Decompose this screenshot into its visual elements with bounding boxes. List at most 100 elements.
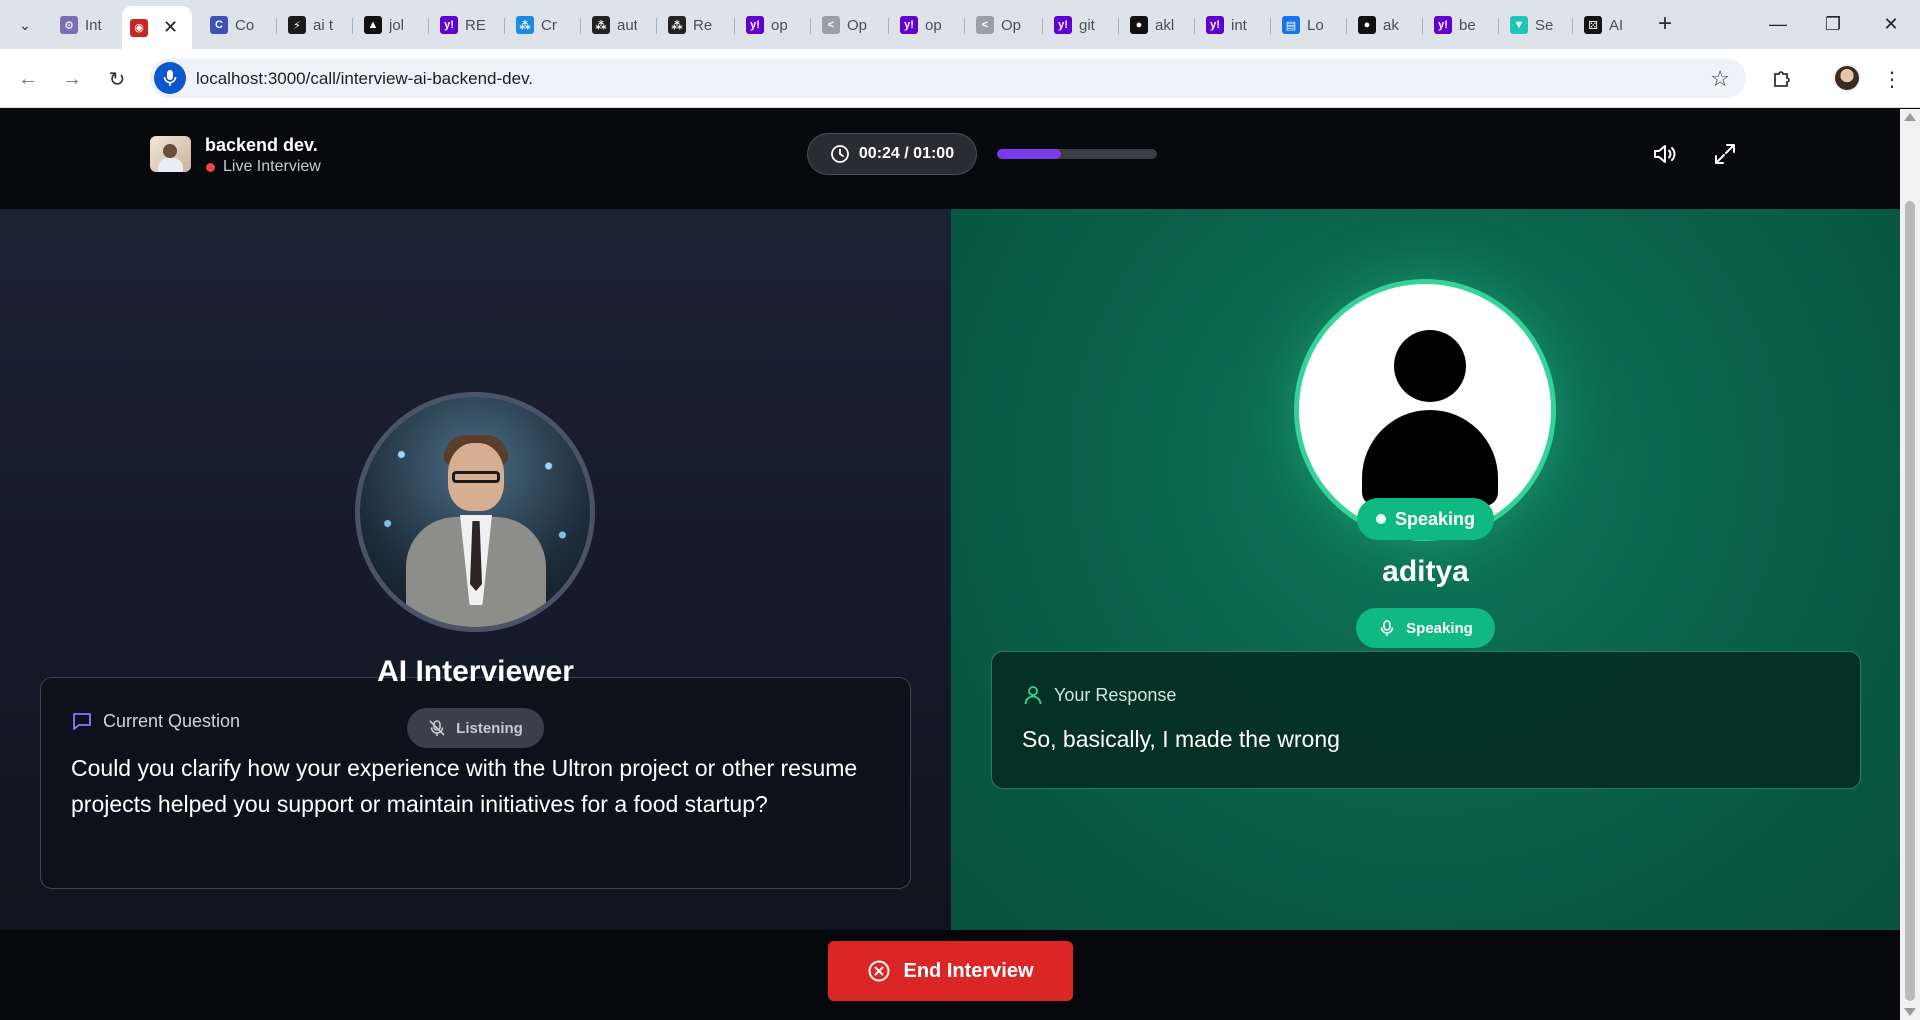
browser-tab[interactable]: C Co xyxy=(202,9,266,41)
extensions-puzzle-icon[interactable] xyxy=(1766,63,1798,95)
tab-separator xyxy=(964,18,965,34)
tab-label: op xyxy=(925,16,942,34)
tab-separator xyxy=(276,18,277,34)
tab-label: Op xyxy=(1001,16,1021,34)
ai-interviewer-avatar xyxy=(355,392,595,632)
tab-separator xyxy=(504,18,505,34)
tab-favicon-icon: ▤ xyxy=(1282,16,1300,34)
tab-label: jol xyxy=(389,16,405,34)
response-heading-label: Your Response xyxy=(1054,684,1177,705)
tab-favicon-icon: y! xyxy=(440,16,458,34)
mic-off-icon xyxy=(429,720,445,736)
tab-favicon-icon: C xyxy=(210,16,228,34)
speaking-badge: Speaking xyxy=(1357,498,1494,540)
live-status-label: Live Interview xyxy=(223,158,321,175)
browser-tab[interactable]: < Op xyxy=(968,9,1032,41)
tab-label: int xyxy=(1231,16,1247,34)
candidate-name: aditya xyxy=(1382,555,1469,588)
browser-tab[interactable]: ◉ ✕ xyxy=(122,6,192,49)
browser-tab[interactable]: ⁂ Cr xyxy=(508,9,572,41)
end-interview-label: End Interview xyxy=(903,959,1034,982)
live-dot-icon xyxy=(206,162,215,172)
scroll-up-arrow-icon[interactable] xyxy=(1904,113,1916,121)
tab-label: Cr xyxy=(541,16,557,34)
browser-tab[interactable]: ▼ Se xyxy=(1502,9,1566,41)
tab-favicon-icon: ⚙ xyxy=(60,16,78,34)
page-scrollbar[interactable] xyxy=(1900,109,1920,1020)
end-interview-button[interactable]: End Interview xyxy=(828,941,1073,1001)
question-text: Could you clarify how your experience wi… xyxy=(71,755,858,817)
browser-tab[interactable]: y! op xyxy=(738,9,802,41)
browser-tab[interactable]: ▲ jol xyxy=(356,9,420,41)
tab-separator xyxy=(656,18,657,34)
url-text[interactable]: localhost:3000/call/interview-ai-backend… xyxy=(196,69,533,89)
browser-tab[interactable]: ● ak xyxy=(1350,9,1414,41)
scroll-down-arrow-icon[interactable] xyxy=(1904,1008,1916,1016)
tab-favicon-icon: y! xyxy=(900,16,918,34)
tab-favicon-icon: y! xyxy=(1206,16,1224,34)
forward-arrow-icon[interactable]: → xyxy=(56,63,88,95)
window-close-icon[interactable]: ✕ xyxy=(1868,8,1914,40)
tab-close-icon[interactable]: ✕ xyxy=(163,17,178,38)
browser-tab[interactable]: < Op xyxy=(814,9,878,41)
tab-separator xyxy=(1194,18,1195,34)
tab-separator xyxy=(580,18,581,34)
new-tab-plus-icon[interactable]: + xyxy=(1651,10,1679,38)
mic-icon xyxy=(1380,620,1394,636)
chat-bubble-icon xyxy=(73,713,91,730)
your-response-card: Your Response So, basically, I made the … xyxy=(991,651,1861,789)
tab-label: git xyxy=(1079,16,1095,34)
browser-tab[interactable]: ⚙ Int xyxy=(52,9,116,41)
circle-x-icon xyxy=(868,960,890,982)
interviewer-name: AI Interviewer xyxy=(377,655,574,688)
back-arrow-icon[interactable]: ← xyxy=(12,63,44,95)
browser-tab[interactable]: ▤ Lo xyxy=(1274,9,1338,41)
tab-separator xyxy=(1118,18,1119,34)
tab-label: be xyxy=(1459,16,1476,34)
tab-separator xyxy=(1346,18,1347,34)
tab-favicon-icon: ▲ xyxy=(364,16,382,34)
browser-tab[interactable]: y! be xyxy=(1426,9,1490,41)
volume-icon[interactable] xyxy=(1647,137,1681,171)
tab-favicon-icon: ⚡ xyxy=(288,16,306,34)
browser-tab[interactable]: y! RE xyxy=(432,9,496,41)
reload-icon[interactable]: ↻ xyxy=(101,63,133,95)
tab-favicon-icon: ⚄ xyxy=(1584,16,1602,34)
tab-label: Co xyxy=(235,16,255,34)
browser-tab[interactable]: ● akl xyxy=(1122,9,1186,41)
profile-avatar[interactable] xyxy=(1833,64,1861,92)
listening-label: Listening xyxy=(456,719,523,737)
restore-icon[interactable]: ❐ xyxy=(1810,8,1856,40)
response-heading: Your Response xyxy=(1022,684,1176,706)
browser-tab[interactable]: ⚡ ai t xyxy=(280,9,344,41)
tab-separator xyxy=(810,18,811,34)
browser-tab[interactable]: y! int xyxy=(1198,9,1262,41)
tab-label: akl xyxy=(1155,16,1175,34)
address-bar[interactable]: localhost:3000/call/interview-ai-backend… xyxy=(150,58,1746,98)
browser-tab[interactable]: ⁂ Re xyxy=(660,9,724,41)
minimize-icon[interactable]: — xyxy=(1755,8,1801,40)
listening-status-pill: Listening xyxy=(407,708,544,748)
tab-favicon-icon: ● xyxy=(1130,16,1148,34)
browser-tab[interactable]: y! op xyxy=(892,9,956,41)
tab-separator xyxy=(1572,18,1573,34)
time-progress-bar xyxy=(997,149,1157,159)
scrollbar-thumb[interactable] xyxy=(1905,201,1915,1001)
tab-label: op xyxy=(771,16,788,34)
tab-separator xyxy=(1270,18,1271,34)
browser-tab[interactable]: y! git xyxy=(1046,9,1110,41)
browser-tab[interactable]: ⚄ AI xyxy=(1576,9,1640,41)
tab-label: Lo xyxy=(1307,16,1324,34)
tab-favicon-icon: y! xyxy=(1434,16,1452,34)
browser-tab[interactable]: ⁂ aut xyxy=(584,9,648,41)
interview-app: backend dev. Live Interview 00:24 / 01:0… xyxy=(0,109,1900,1020)
tab-label: aut xyxy=(617,16,637,34)
tab-label: ak xyxy=(1383,16,1399,34)
voice-search-mic-icon[interactable] xyxy=(154,62,186,94)
fullscreen-icon[interactable] xyxy=(1708,137,1742,171)
bookmark-star-icon[interactable]: ☆ xyxy=(1710,66,1730,92)
speaking-pill-label: Speaking xyxy=(1406,619,1473,637)
tab-separator xyxy=(1422,18,1423,34)
browser-menu-icon[interactable]: ⋮ xyxy=(1880,63,1904,95)
tab-search-chevron-icon[interactable]: ⌄ xyxy=(9,11,41,39)
